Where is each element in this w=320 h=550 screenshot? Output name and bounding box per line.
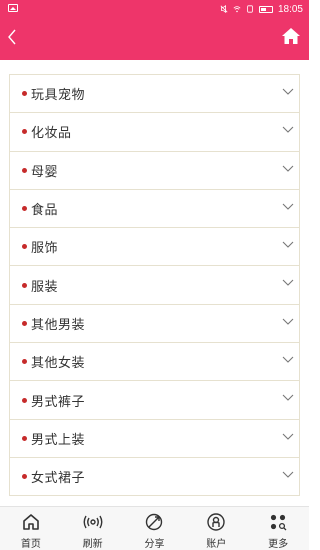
category-row[interactable]: 其他男装	[10, 304, 299, 344]
category-row[interactable]: 男式上装	[10, 419, 299, 458]
bullet-dot-icon	[22, 91, 27, 97]
category-row[interactable]: 母婴	[10, 151, 299, 190]
bottom-tab-bar: 首页 刷新 分享 账户 更多	[0, 506, 309, 550]
bullet-dot-icon	[22, 359, 27, 365]
tab-home[interactable]: 首页	[0, 507, 62, 550]
share-icon	[146, 513, 163, 531]
chevron-down-icon[interactable]	[282, 126, 294, 134]
category-row[interactable]: 服装	[10, 266, 299, 305]
bullet-dot-icon	[22, 244, 27, 250]
category-label: 男式上装	[31, 432, 86, 448]
bullet-dot-icon	[22, 282, 27, 288]
chevron-down-icon[interactable]	[282, 318, 294, 326]
category-row[interactable]: 其他女装	[10, 343, 299, 382]
tab-more[interactable]: 更多	[247, 507, 309, 550]
bullet-dot-icon	[22, 206, 27, 212]
category-label: 食品	[31, 203, 59, 219]
category-label: 化妆品	[31, 126, 72, 142]
category-list: 玩具宠物化妆品母婴食品服饰服装其他男装其他女装男式裤子男式上装女式裙子	[9, 74, 300, 497]
category-label: 玩具宠物	[31, 88, 86, 104]
bullet-dot-icon	[22, 320, 27, 326]
tab-label: 首页	[20, 539, 41, 550]
category-label: 男式裤子	[31, 394, 86, 410]
chevron-down-icon[interactable]	[282, 394, 294, 402]
category-row[interactable]: 食品	[10, 189, 299, 229]
category-row[interactable]: 女式裙子	[10, 457, 299, 497]
category-label: 服饰	[31, 241, 59, 257]
sim-icon	[247, 5, 253, 13]
tab-refresh[interactable]: 刷新	[62, 507, 124, 550]
tab-account[interactable]: 账户	[185, 507, 247, 550]
status-icons: 18:05	[220, 3, 303, 15]
bullet-dot-icon	[22, 435, 27, 441]
wifi-icon	[233, 6, 241, 13]
tab-label: 账户	[206, 539, 227, 550]
chevron-down-icon[interactable]	[282, 433, 294, 441]
category-label: 其他女装	[31, 356, 86, 372]
category-row[interactable]: 玩具宠物	[10, 75, 299, 114]
chevron-down-icon[interactable]	[282, 279, 294, 287]
mute-icon	[220, 5, 228, 13]
bullet-dot-icon	[22, 397, 27, 403]
tab-label: 更多	[268, 539, 289, 550]
tab-label: 刷新	[82, 539, 103, 550]
bullet-dot-icon	[22, 474, 27, 480]
chevron-down-icon[interactable]	[282, 356, 294, 364]
top-app-bar	[0, 18, 309, 60]
tab-label: 分享	[144, 539, 165, 550]
more-icon	[270, 514, 287, 531]
refresh-icon	[83, 515, 103, 529]
category-label: 母婴	[31, 164, 59, 180]
category-label: 其他男装	[31, 317, 86, 333]
battery-icon	[258, 5, 273, 13]
home-icon	[23, 514, 39, 530]
chevron-down-icon[interactable]	[282, 88, 294, 96]
image-notification-icon	[8, 4, 18, 12]
category-row[interactable]: 化妆品	[10, 113, 299, 152]
category-label: 女式裙子	[31, 471, 86, 487]
chevron-down-icon[interactable]	[282, 471, 294, 479]
tab-share[interactable]: 分享	[124, 507, 186, 550]
home-icon[interactable]	[281, 27, 301, 45]
status-time: 18:05	[277, 3, 303, 15]
chevron-down-icon[interactable]	[282, 241, 294, 249]
bullet-dot-icon	[22, 129, 27, 135]
category-row[interactable]: 男式裤子	[10, 381, 299, 420]
chevron-down-icon[interactable]	[282, 165, 294, 173]
category-label: 服装	[31, 279, 59, 295]
category-row[interactable]: 服饰	[10, 228, 299, 267]
bullet-dot-icon	[22, 167, 27, 173]
status-bar: 18:05	[0, 0, 309, 18]
back-chevron-left-icon[interactable]	[4, 26, 22, 48]
chevron-down-icon[interactable]	[282, 203, 294, 211]
account-icon	[207, 513, 225, 531]
